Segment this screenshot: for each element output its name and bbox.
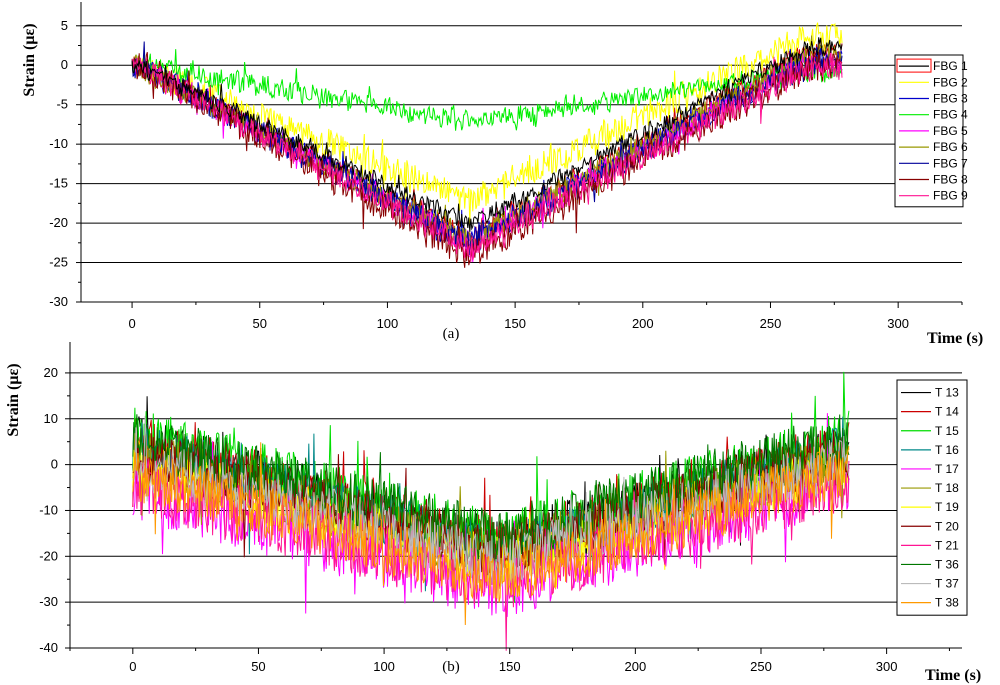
y-tick-label: 0 bbox=[51, 457, 58, 472]
legend-label: FBG 2 bbox=[933, 75, 968, 89]
y-tick-label: -40 bbox=[39, 640, 58, 655]
panel-b-series bbox=[132, 371, 850, 651]
panel-b: 20100-10-20-30-400 50 100 150 200 250 300 Stra… bbox=[5, 342, 981, 684]
legend-label: T 37 bbox=[935, 577, 959, 591]
legend-label: T 38 bbox=[935, 596, 959, 610]
legend-label: T 15 bbox=[935, 424, 959, 438]
y-tick-label: -20 bbox=[49, 215, 68, 230]
panel-a: 50-5-10-15-20-25-300 50 100 150 200 250 300 St… bbox=[21, 2, 983, 347]
panel-a-y-axis-title: Strain (με) bbox=[21, 23, 38, 96]
legend-label: T 19 bbox=[935, 500, 959, 514]
panel-b-y-axis-title: Strain (με) bbox=[5, 363, 22, 436]
panel-b-legend: T 13 T 14 T 15 T 16 T 17 T 18 T 19 T 20 T 21 T 36… bbox=[896, 379, 968, 616]
legend-label: FBG 3 bbox=[933, 92, 968, 106]
legend-label: FBG 6 bbox=[933, 140, 968, 154]
legend-label: FBG 5 bbox=[933, 124, 968, 138]
legend-label: FBG 9 bbox=[933, 189, 968, 203]
y-tick-label: -5 bbox=[56, 97, 68, 112]
x-tick-label: 100 bbox=[377, 316, 399, 331]
x-tick-label: 150 bbox=[499, 659, 521, 674]
x-tick-label: 0 bbox=[129, 659, 136, 674]
y-tick-label: -30 bbox=[49, 294, 68, 309]
legend-label: FBG 1 bbox=[933, 59, 968, 73]
panel-b-x-axis-title: Time (s) bbox=[925, 667, 981, 684]
y-tick-label: -10 bbox=[49, 136, 68, 151]
y-tick-label: -30 bbox=[39, 594, 58, 609]
legend-label: T 20 bbox=[935, 519, 959, 533]
figure: 50-5-10-15-20-25-300 50 100 150 200 250 300 St… bbox=[5, 2, 983, 684]
legend-label: T 21 bbox=[935, 538, 959, 552]
x-tick-label: 250 bbox=[760, 316, 782, 331]
x-tick-label: 50 bbox=[253, 316, 267, 331]
y-tick-label: 10 bbox=[44, 411, 58, 426]
x-tick-label: 150 bbox=[504, 316, 526, 331]
y-tick-label: -20 bbox=[39, 548, 58, 563]
legend-label: T 17 bbox=[935, 462, 959, 476]
legend-label: T 36 bbox=[935, 557, 959, 571]
x-tick-label: 200 bbox=[625, 659, 647, 674]
y-tick-label: 0 bbox=[61, 57, 68, 72]
y-tick-label: -15 bbox=[49, 176, 68, 191]
y-tick-label: 5 bbox=[61, 18, 68, 33]
panel-a-series bbox=[131, 22, 843, 268]
y-tick-label: -10 bbox=[39, 502, 58, 517]
y-tick-label: 20 bbox=[44, 365, 58, 380]
legend-label: FBG 7 bbox=[933, 156, 968, 170]
x-tick-label: 50 bbox=[251, 659, 265, 674]
legend-label: T 18 bbox=[935, 481, 959, 495]
x-tick-label: 0 bbox=[128, 316, 135, 331]
y-tick-label: -25 bbox=[49, 255, 68, 270]
legend-label: FBG 8 bbox=[933, 173, 968, 187]
x-tick-label: 300 bbox=[876, 659, 898, 674]
x-tick-label: 200 bbox=[632, 316, 654, 331]
x-tick-label: 300 bbox=[887, 316, 909, 331]
panel-b-label: (b) bbox=[442, 659, 460, 675]
x-tick-label: 250 bbox=[750, 659, 772, 674]
legend-label: T 16 bbox=[935, 443, 959, 457]
x-tick-label: 100 bbox=[373, 659, 395, 674]
panel-a-legend: FBG 1 FBG 2 FBG 3 FBG 4 FBG 5 FBG 6 FBG 7 FBG 8… bbox=[894, 54, 968, 208]
legend-label: FBG 4 bbox=[933, 108, 968, 122]
legend-label: T 13 bbox=[935, 386, 959, 400]
panel-a-x-axis-title: Time (s) bbox=[927, 330, 983, 347]
legend-label: T 14 bbox=[935, 405, 959, 419]
panel-a-label: (a) bbox=[443, 326, 460, 342]
